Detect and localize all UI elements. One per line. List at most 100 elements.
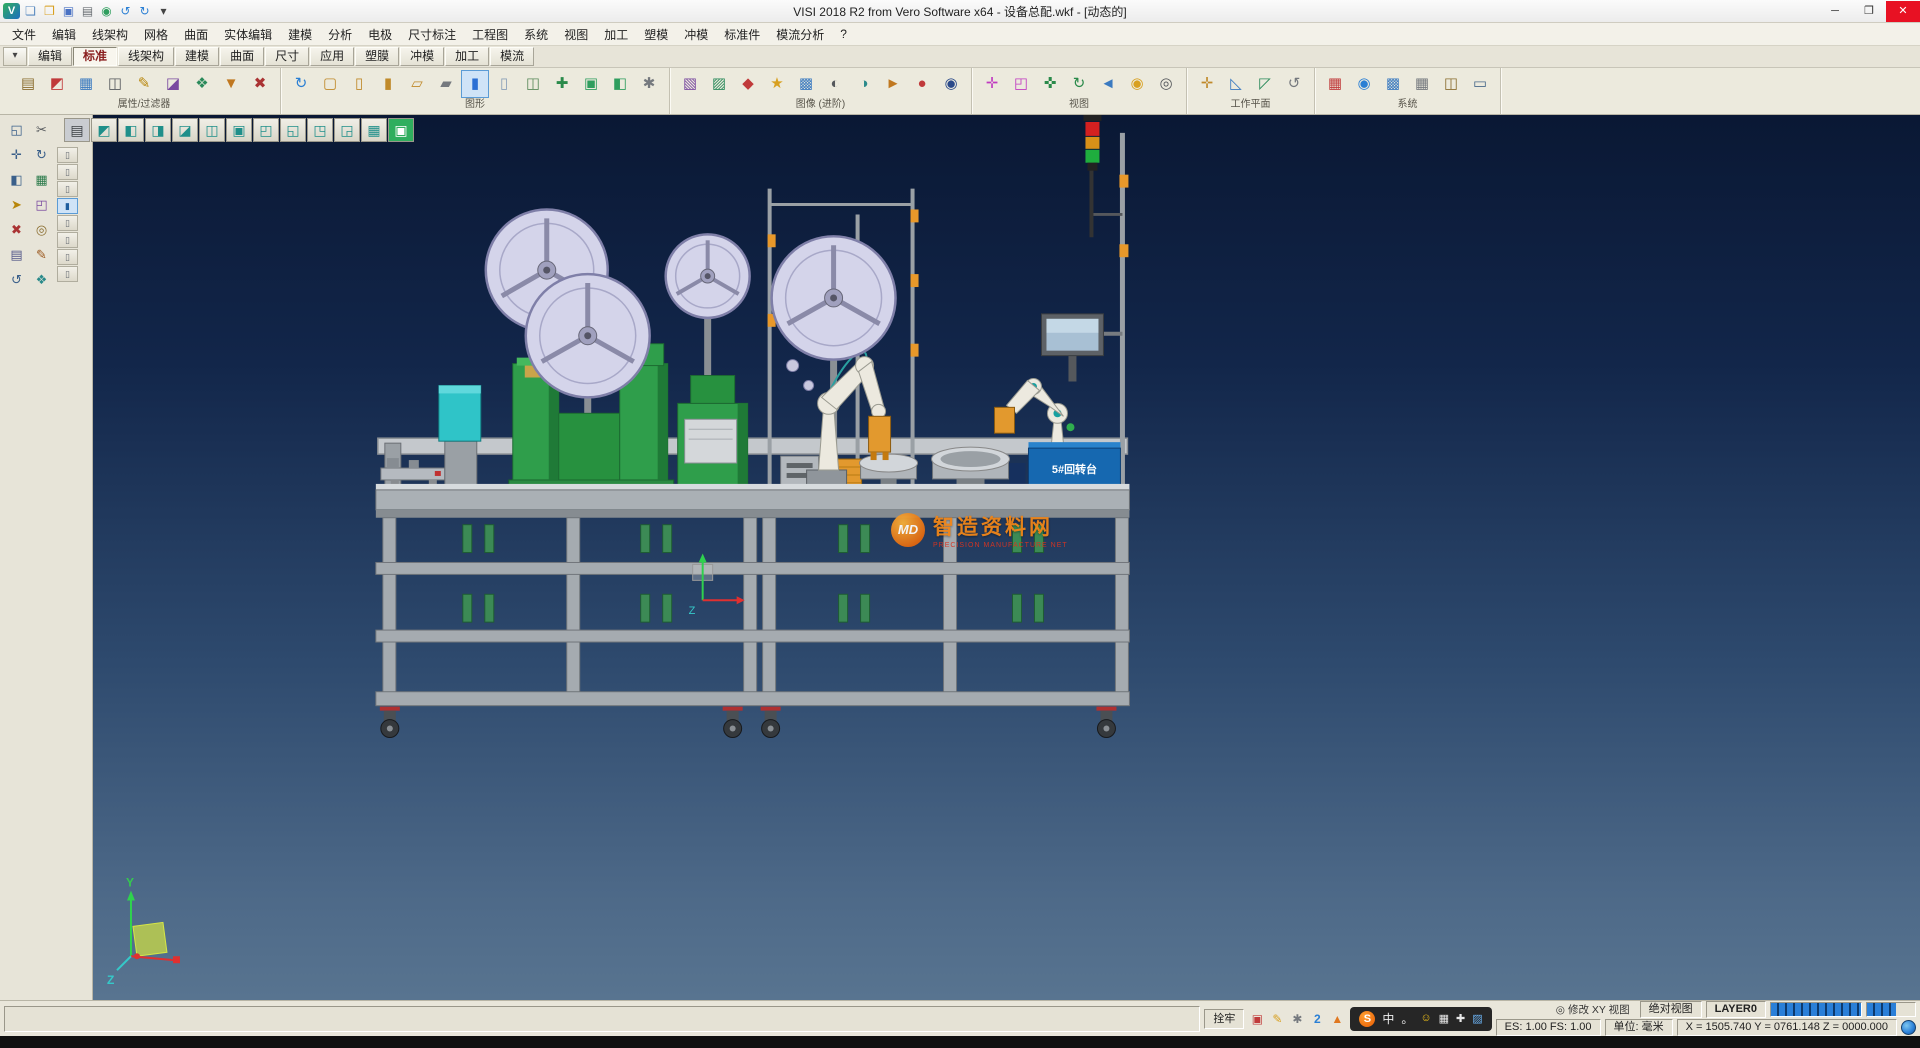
display-toggle-icon[interactable]: ▮ xyxy=(57,198,78,214)
menu-item[interactable]: 电极 xyxy=(360,24,400,45)
attributes-icon[interactable]: ▤ xyxy=(14,70,42,98)
eye-icon[interactable]: ◎ xyxy=(1152,70,1180,98)
skin-icon[interactable]: ▨ xyxy=(1472,1012,1482,1025)
menu-item[interactable]: 线架构 xyxy=(84,24,136,45)
display-toggle-icon[interactable]: ▯ xyxy=(57,249,78,265)
maximize-button[interactable]: ❐ xyxy=(1852,1,1886,22)
save-icon[interactable]: ▣ xyxy=(60,3,77,20)
match-properties-icon[interactable]: ❖ xyxy=(188,70,216,98)
back-view-icon[interactable]: ◨ xyxy=(145,118,171,142)
hidden-line-icon[interactable]: ▱ xyxy=(403,70,431,98)
workplane-reset-icon[interactable]: ↺ xyxy=(1280,70,1308,98)
mask-icon[interactable]: ◪ xyxy=(159,70,187,98)
preview-icon[interactable]: ◉ xyxy=(98,3,115,20)
menu-item[interactable]: 标准件 xyxy=(716,24,768,45)
mirror-icon[interactable]: ◧ xyxy=(4,168,29,192)
previous-view-icon[interactable]: ◄ xyxy=(1094,70,1122,98)
rotate-view-icon[interactable]: ↻ xyxy=(1065,70,1093,98)
menu-item[interactable]: 加工 xyxy=(596,24,636,45)
quick-filter-icon[interactable]: ▼ xyxy=(217,70,245,98)
annotate-icon[interactable]: ✎ xyxy=(29,243,54,267)
menu-item[interactable]: 尺寸标注 xyxy=(400,24,464,45)
element-filter-icon[interactable]: ◫ xyxy=(101,70,129,98)
axon-view-icon[interactable]: ◱ xyxy=(280,118,306,142)
front-view-icon[interactable]: ◧ xyxy=(118,118,144,142)
units-indicator[interactable]: 单位: 毫米 xyxy=(1605,1019,1673,1036)
measure-icon[interactable]: ◎ xyxy=(29,218,54,242)
zoom-select-icon[interactable]: ◱ xyxy=(4,118,29,142)
messenger-icon[interactable]: 2 xyxy=(1308,1010,1326,1028)
ribbon-tab[interactable]: 加工 xyxy=(445,47,489,66)
ribbon-tab[interactable]: 应用 xyxy=(310,47,354,66)
tab-overflow-button[interactable]: ▾ xyxy=(3,47,27,66)
ribbon-tab[interactable]: 编辑 xyxy=(28,47,72,66)
app-logo-icon[interactable]: V xyxy=(3,3,20,19)
view-mode-indicator[interactable]: 绝对视图 xyxy=(1640,1001,1702,1018)
light-icon[interactable]: ★ xyxy=(763,70,791,98)
view-list-icon[interactable]: ▤ xyxy=(64,118,90,142)
note-icon[interactable]: ✎ xyxy=(1268,1010,1286,1028)
pattern-icon[interactable]: ▦ xyxy=(29,168,54,192)
display-toggle-icon[interactable]: ▯ xyxy=(57,164,78,180)
delete-element-icon[interactable]: ✖ xyxy=(4,218,29,242)
layer-manager-icon[interactable]: ▤ xyxy=(4,243,29,267)
edit-attributes-icon[interactable]: ✎ xyxy=(130,70,158,98)
workplane-3point-icon[interactable]: ◸ xyxy=(1251,70,1279,98)
close-button[interactable]: ✕ xyxy=(1886,1,1920,22)
quick-access-options-icon[interactable]: ▾ xyxy=(155,3,172,20)
ribbon-tab[interactable]: 尺寸 xyxy=(265,47,309,66)
active-layer-indicator[interactable]: LAYER0 xyxy=(1706,1001,1766,1018)
settings-grid-icon[interactable]: ▩ xyxy=(1379,70,1407,98)
menu-item[interactable]: 网格 xyxy=(136,24,176,45)
solid-box-icon[interactable]: ▣ xyxy=(577,70,605,98)
history-icon[interactable]: ↺ xyxy=(4,268,29,292)
menu-item[interactable]: 视图 xyxy=(556,24,596,45)
ribbon-tab[interactable]: 冲模 xyxy=(400,47,444,66)
cylinder-outline-icon[interactable]: ▯ xyxy=(345,70,373,98)
cylinder-filled-icon[interactable]: ▮ xyxy=(374,70,402,98)
left-view-icon[interactable]: ◪ xyxy=(172,118,198,142)
right-view-icon[interactable]: ◫ xyxy=(199,118,225,142)
display-toggle-icon[interactable]: ▯ xyxy=(57,232,78,248)
named-view-icon[interactable]: ▦ xyxy=(361,118,387,142)
menu-item[interactable]: 冲模 xyxy=(676,24,716,45)
pan-icon[interactable]: ✜ xyxy=(1036,70,1064,98)
dynamic-view-icon[interactable]: ◉ xyxy=(1123,70,1151,98)
texture-icon[interactable]: ▨ xyxy=(705,70,733,98)
new-document-icon[interactable]: ❏ xyxy=(22,3,39,20)
prompt-field[interactable]: 拴牢 xyxy=(1204,1009,1244,1029)
ribbon-tab[interactable]: 线架构 xyxy=(118,47,174,66)
dimetric-view-icon[interactable]: ◳ xyxy=(307,118,333,142)
color-filter-icon[interactable]: ◩ xyxy=(43,70,71,98)
monitor-icon[interactable]: ▭ xyxy=(1466,70,1494,98)
material-icon[interactable]: ◆ xyxy=(734,70,762,98)
display-toggle-icon[interactable]: ▯ xyxy=(57,181,78,197)
globe-icon[interactable] xyxy=(1901,1020,1916,1035)
iso-view-icon[interactable]: ◩ xyxy=(91,118,117,142)
reflection-icon[interactable]: ◑ xyxy=(850,70,878,98)
display-options-icon[interactable]: ✱ xyxy=(635,70,663,98)
toolbox-icon[interactable]: ✚ xyxy=(1456,1012,1465,1025)
clear-filter-icon[interactable]: ✖ xyxy=(246,70,274,98)
display-toggle-icon[interactable]: ▯ xyxy=(57,215,78,231)
ime-bar[interactable]: S 中 。 ☺▦✚▨ xyxy=(1350,1007,1491,1031)
menu-item[interactable]: 分析 xyxy=(320,24,360,45)
snap-grid-icon[interactable]: ▦ xyxy=(1408,70,1436,98)
zoom-window-icon[interactable]: ◰ xyxy=(1007,70,1035,98)
animation-icon[interactable]: ► xyxy=(879,70,907,98)
rotate-element-icon[interactable]: ↻ xyxy=(29,143,54,167)
menu-item[interactable]: 建模 xyxy=(280,24,320,45)
keyboard-icon[interactable]: ▦ xyxy=(1439,1012,1449,1025)
windows-taskbar[interactable] xyxy=(0,1036,1920,1048)
minimize-button[interactable]: ─ xyxy=(1818,1,1852,22)
undo-icon[interactable]: ↺ xyxy=(117,3,134,20)
zoom-all-icon[interactable]: ✛ xyxy=(978,70,1006,98)
ribbon-tab[interactable]: 模流 xyxy=(490,47,534,66)
workplane-align-icon[interactable]: ◺ xyxy=(1222,70,1250,98)
wireframe-icon[interactable]: ▢ xyxy=(316,70,344,98)
display-toggle-icon[interactable]: ▯ xyxy=(57,147,78,163)
settings-icon[interactable]: ✱ xyxy=(1288,1010,1306,1028)
remote-screen-icon[interactable]: ▣ xyxy=(1248,1010,1266,1028)
record-icon[interactable]: ● xyxy=(908,70,936,98)
color-palette-icon[interactable]: ▦ xyxy=(1321,70,1349,98)
